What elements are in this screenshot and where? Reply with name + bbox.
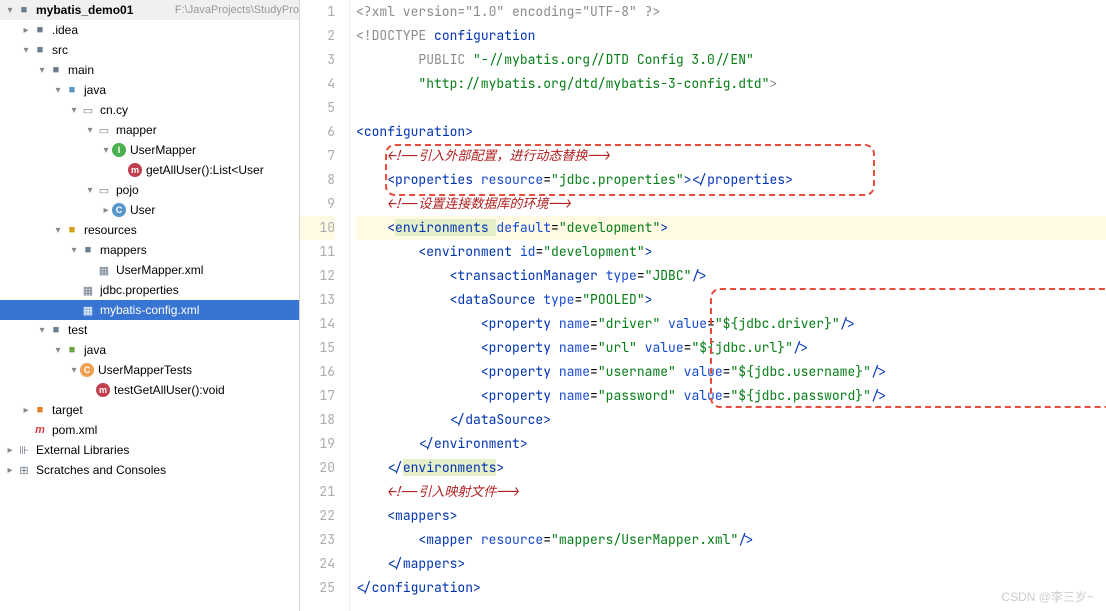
tree-mappers-folder[interactable]: ▾ ■ mappers xyxy=(0,240,299,260)
code-line: <property name="username" value="${jdbc.… xyxy=(356,360,1106,384)
tree-external-libraries[interactable]: ▸ ⊪ External Libraries xyxy=(0,440,299,460)
code-line: <property name="password" value="${jdbc.… xyxy=(356,384,1106,408)
chevron-down-icon[interactable]: ▾ xyxy=(36,65,48,76)
scratches-icon: ⊞ xyxy=(16,462,32,478)
code-line: </configuration> xyxy=(356,576,1106,600)
tree-idea[interactable]: ▸ ■ .idea xyxy=(0,20,299,40)
tree-method-getalluser[interactable]: m getAllUser():List<User xyxy=(0,160,299,180)
folder-icon: ■ xyxy=(16,2,32,18)
chevron-down-icon[interactable]: ▾ xyxy=(52,225,64,236)
tree-main[interactable]: ▾ ■ main xyxy=(0,60,299,80)
tree-usermappertests[interactable]: ▾ C UserMapperTests xyxy=(0,360,299,380)
code-line: </mappers> xyxy=(356,552,1106,576)
xml-file-icon: ▦ xyxy=(96,262,112,278)
tree-package-cn-cy[interactable]: ▾ ▭ cn.cy xyxy=(0,100,299,120)
code-line: <mappers> xyxy=(356,504,1106,528)
code-line: <!--引入外部配置，进行动态替换--> xyxy=(356,144,1106,168)
package-icon: ▭ xyxy=(96,122,112,138)
code-line: <!--引入映射文件--> xyxy=(356,480,1106,504)
code-line: <property name="driver" value="${jdbc.dr… xyxy=(356,312,1106,336)
code-line: </dataSource> xyxy=(356,408,1106,432)
project-tree[interactable]: ▾ ■ mybatis_demo01 F:\JavaProjects\Study… xyxy=(0,0,300,611)
code-line xyxy=(356,96,1106,120)
tree-test[interactable]: ▾ ■ test xyxy=(0,320,299,340)
target-folder-icon: ■ xyxy=(32,402,48,418)
tree-pojo-pkg[interactable]: ▾ ▭ pojo xyxy=(0,180,299,200)
code-line: <transactionManager type="JDBC"/> xyxy=(356,264,1106,288)
chevron-down-icon[interactable]: ▾ xyxy=(68,365,80,376)
tree-java-main[interactable]: ▾ ■ java xyxy=(0,80,299,100)
code-line: <!DOCTYPE configuration xyxy=(356,24,1106,48)
tree-usermapper-xml[interactable]: ▦ UserMapper.xml xyxy=(0,260,299,280)
code-line: </environments> xyxy=(356,456,1106,480)
method-icon: m xyxy=(128,163,142,177)
chevron-down-icon[interactable]: ▾ xyxy=(84,185,96,196)
watermark: CSDN @李三岁~ xyxy=(1001,588,1094,605)
xml-file-icon: ▦ xyxy=(80,302,96,318)
package-icon: ▭ xyxy=(96,182,112,198)
tree-pom-xml[interactable]: m pom.xml xyxy=(0,420,299,440)
code-line: <environment id="development"> xyxy=(356,240,1106,264)
code-line: <dataSource type="POOLED"> xyxy=(356,288,1106,312)
folder-icon: ■ xyxy=(32,22,48,38)
chevron-down-icon[interactable]: ▾ xyxy=(68,245,80,256)
code-line: </environment> xyxy=(356,432,1106,456)
package-icon: ▭ xyxy=(80,102,96,118)
tree-mybatis-config-xml[interactable]: ▦ mybatis-config.xml xyxy=(0,300,299,320)
chevron-down-icon[interactable]: ▾ xyxy=(100,145,112,156)
folder-icon: ■ xyxy=(48,322,64,338)
tree-resources[interactable]: ▾ ■ resources xyxy=(0,220,299,240)
code-line: "http://mybatis.org/dtd/mybatis-3-config… xyxy=(356,72,1106,96)
project-path: F:\JavaProjects\StudyPro xyxy=(175,4,299,16)
method-icon: m xyxy=(96,383,110,397)
resources-folder-icon: ■ xyxy=(64,222,80,238)
tree-project-root[interactable]: ▾ ■ mybatis_demo01 F:\JavaProjects\Study… xyxy=(0,0,299,20)
chevron-down-icon[interactable]: ▾ xyxy=(20,45,32,56)
tree-target[interactable]: ▸ ■ target xyxy=(0,400,299,420)
chevron-down-icon[interactable]: ▾ xyxy=(84,125,96,136)
tree-usermapper-interface[interactable]: ▾ I UserMapper xyxy=(0,140,299,160)
chevron-down-icon[interactable]: ▾ xyxy=(52,345,64,356)
test-folder-icon: ■ xyxy=(64,342,80,358)
folder-icon: ■ xyxy=(32,42,48,58)
tree-src[interactable]: ▾ ■ src xyxy=(0,40,299,60)
code-line: PUBLIC "-//mybatis.org//DTD Config 3.0//… xyxy=(356,48,1106,72)
tree-java-test[interactable]: ▾ ■ java xyxy=(0,340,299,360)
tree-scratches[interactable]: ▸ ⊞ Scratches and Consoles xyxy=(0,460,299,480)
code-line: <properties resource="jdbc.properties"><… xyxy=(356,168,1106,192)
line-gutter: 12345 6789 10 1112131415 1617181920 2122… xyxy=(300,0,350,611)
properties-file-icon: ▦ xyxy=(80,282,96,298)
chevron-right-icon[interactable]: ▸ xyxy=(20,405,32,416)
chevron-right-icon[interactable]: ▸ xyxy=(100,205,112,216)
code-line: <?xml version="1.0" encoding="UTF-8" ?> xyxy=(356,0,1106,24)
code-line: <configuration> xyxy=(356,120,1106,144)
code-editor[interactable]: 12345 6789 10 1112131415 1617181920 2122… xyxy=(300,0,1106,611)
source-folder-icon: ■ xyxy=(64,82,80,98)
chevron-down-icon[interactable]: ▾ xyxy=(52,85,64,96)
chevron-down-icon[interactable]: ▾ xyxy=(68,105,80,116)
tree-user-class[interactable]: ▸ C User xyxy=(0,200,299,220)
maven-file-icon: m xyxy=(32,422,48,438)
tree-mapper-pkg[interactable]: ▾ ▭ mapper xyxy=(0,120,299,140)
project-name: mybatis_demo01 xyxy=(36,3,169,17)
test-class-icon: C xyxy=(80,363,94,377)
code-line: <!--设置连接数据库的环境--> xyxy=(356,192,1106,216)
chevron-down-icon[interactable]: ▾ xyxy=(4,5,16,16)
tree-testgetalluser[interactable]: m testGetAllUser():void xyxy=(0,380,299,400)
interface-icon: I xyxy=(112,143,126,157)
class-icon: C xyxy=(112,203,126,217)
folder-icon: ■ xyxy=(80,242,96,258)
code-line: <environments default="development"> xyxy=(356,216,1106,240)
chevron-right-icon[interactable]: ▸ xyxy=(20,25,32,36)
tree-jdbc-properties[interactable]: ▦ jdbc.properties xyxy=(0,280,299,300)
chevron-down-icon[interactable]: ▾ xyxy=(36,325,48,336)
chevron-right-icon[interactable]: ▸ xyxy=(4,445,16,456)
library-icon: ⊪ xyxy=(16,442,32,458)
code-line: <mapper resource="mappers/UserMapper.xml… xyxy=(356,528,1106,552)
chevron-right-icon[interactable]: ▸ xyxy=(4,465,16,476)
code-area[interactable]: <?xml version="1.0" encoding="UTF-8" ?> … xyxy=(350,0,1106,611)
code-line: <property name="url" value="${jdbc.url}"… xyxy=(356,336,1106,360)
folder-icon: ■ xyxy=(48,62,64,78)
